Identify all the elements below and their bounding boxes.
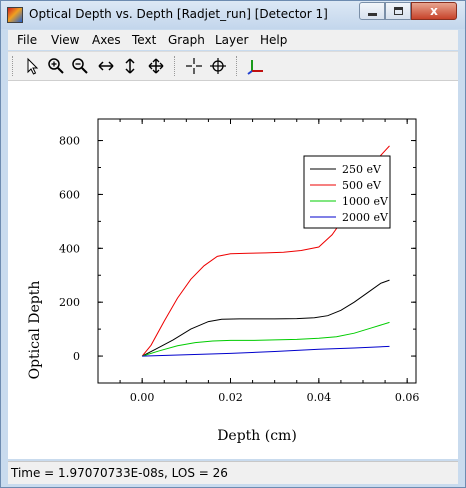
x-axis-label: Depth (cm) — [217, 428, 297, 444]
pan-vertical-button[interactable] — [120, 56, 140, 76]
y-tick-label: 0 — [73, 350, 80, 363]
app-icon — [7, 7, 23, 23]
menu-text[interactable]: Text — [132, 33, 156, 47]
zoom-out-button[interactable] — [70, 56, 90, 76]
pan-horizontal-button[interactable] — [96, 56, 116, 76]
x-tick-label: 0.02 — [218, 391, 243, 404]
window-title: Optical Depth vs. Depth [Radjet_run] [De… — [29, 7, 328, 21]
series-line-1000-ev — [142, 321, 390, 357]
pan-horizontal-icon — [98, 61, 114, 71]
legend-label: 250 eV — [342, 163, 382, 176]
pan-vertical-icon — [125, 58, 135, 74]
legend-label: 2000 eV — [342, 211, 389, 224]
maximize-icon — [394, 7, 403, 15]
legend-label: 500 eV — [342, 179, 382, 192]
y-tick-label: 200 — [59, 296, 80, 309]
toolbar-separator-2 — [236, 56, 240, 76]
application-window: Optical Depth vs. Depth [Radjet_run] [De… — [0, 0, 466, 488]
target-button[interactable] — [208, 56, 228, 76]
status-text: Time = 1.97070733E-08s, LOS = 26 — [11, 466, 228, 480]
y-tick-label: 600 — [59, 188, 80, 201]
zoom-out-icon — [72, 58, 88, 74]
maximize-button[interactable] — [385, 2, 411, 20]
target-icon — [210, 58, 226, 74]
crosshair-icon — [186, 58, 202, 74]
y-axis-label: Optical Depth — [27, 281, 43, 380]
menu-layer[interactable]: Layer — [215, 33, 248, 47]
close-button[interactable]: x — [411, 2, 457, 20]
minimize-button[interactable] — [359, 2, 385, 20]
legend-label: 1000 eV — [342, 195, 389, 208]
optical-depth-chart: 0.00 0.02 0.04 0.06 0 200 400 600 800 250 eV 500 … — [27, 118, 420, 444]
menu-axes[interactable]: Axes — [92, 33, 121, 47]
axes-icon — [247, 60, 263, 75]
menu-file[interactable]: File — [17, 33, 37, 47]
crosshair-button[interactable] — [184, 56, 204, 76]
zoom-in-icon — [48, 58, 64, 74]
pan-all-icon — [148, 58, 164, 74]
x-tick-label: 0.04 — [307, 391, 332, 404]
pan-all-button[interactable] — [146, 56, 166, 76]
pointer-button[interactable] — [22, 56, 42, 76]
menu-bar: File View Axes Text Graph Layer Help — [8, 30, 458, 50]
minimize-icon — [368, 13, 377, 16]
close-icon: x — [430, 4, 438, 18]
title-bar[interactable]: Optical Depth vs. Depth [Radjet_run] [De… — [1, 1, 465, 29]
pointer-icon — [27, 57, 39, 75]
axes-button[interactable] — [246, 56, 266, 76]
menu-view[interactable]: View — [51, 33, 79, 47]
toolbar-separator — [174, 56, 178, 76]
y-tick-label: 800 — [59, 135, 80, 148]
toolbar-grip[interactable] — [12, 56, 16, 76]
toolbar — [8, 51, 458, 81]
status-bar: Time = 1.97070733E-08s, LOS = 26 — [8, 461, 458, 484]
plot-area[interactable]: 0.00 0.02 0.04 0.06 0 200 400 600 800 250 eV 500 … — [8, 81, 458, 459]
y-tick-label: 400 — [59, 242, 80, 255]
menu-graph[interactable]: Graph — [168, 33, 205, 47]
series-line-2000-ev — [142, 345, 390, 357]
menu-help[interactable]: Help — [260, 33, 287, 47]
series-line-250-ev — [141, 279, 390, 357]
zoom-in-button[interactable] — [46, 56, 66, 76]
x-tick-label: 0.06 — [395, 391, 420, 404]
x-tick-label: 0.00 — [130, 391, 155, 404]
